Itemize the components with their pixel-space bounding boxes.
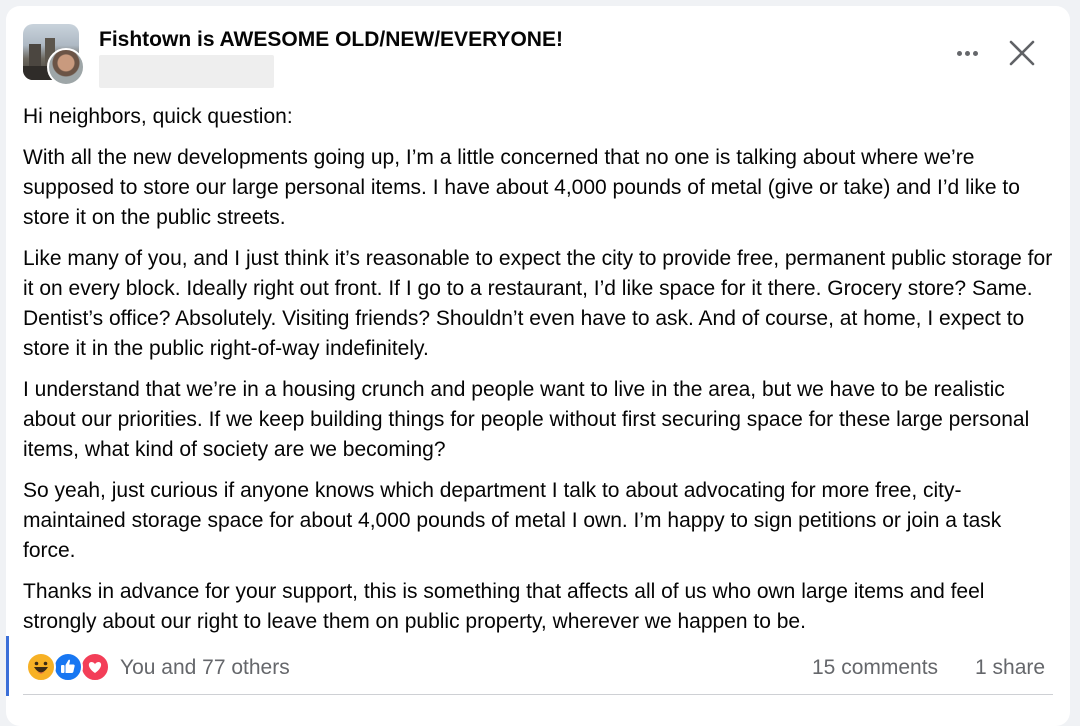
post-paragraph: With all the new developments going up, … bbox=[23, 146, 1020, 229]
close-button[interactable] bbox=[1005, 36, 1039, 70]
post-paragraph: I understand that we’re in a housing cru… bbox=[23, 378, 1030, 461]
close-icon bbox=[1009, 40, 1035, 66]
shares-count-link[interactable]: 1 share bbox=[975, 656, 1045, 680]
post-paragraph: Thanks in advance for your support, this… bbox=[23, 580, 985, 633]
engagement-bar: You and 77 others 15 comments 1 share bbox=[6, 646, 1070, 686]
post-paragraph: So yeah, just curious if anyone knows wh… bbox=[23, 479, 1002, 562]
love-reaction-icon bbox=[80, 652, 110, 682]
user-avatar[interactable] bbox=[47, 48, 85, 86]
post-body: Hi neighbors, quick question: With all t… bbox=[23, 102, 1057, 648]
reaction-icons[interactable] bbox=[26, 652, 114, 682]
avatar-group[interactable] bbox=[23, 24, 85, 86]
more-horizontal-icon bbox=[972, 50, 978, 56]
group-name-link[interactable]: Fishtown is AWESOME OLD/NEW/EVERYONE! bbox=[99, 28, 563, 52]
haha-reaction-icon bbox=[26, 652, 56, 682]
post-paragraph: Like many of you, and I just think it’s … bbox=[23, 247, 1053, 360]
comments-count-link[interactable]: 15 comments bbox=[812, 656, 938, 680]
group-avatar-building bbox=[29, 44, 41, 66]
more-options-button[interactable] bbox=[950, 38, 984, 68]
post-header: Fishtown is AWESOME OLD/NEW/EVERYONE! bbox=[6, 6, 1070, 98]
post-paragraph: Hi neighbors, quick question: bbox=[23, 105, 293, 128]
post-card: Fishtown is AWESOME OLD/NEW/EVERYONE! Hi… bbox=[6, 6, 1070, 726]
more-horizontal-icon bbox=[964, 50, 970, 56]
like-reaction-icon bbox=[53, 652, 83, 682]
redacted-author-block bbox=[99, 55, 274, 88]
footer-divider bbox=[23, 694, 1053, 695]
more-horizontal-icon bbox=[956, 50, 962, 56]
reactions-count-link[interactable]: You and 77 others bbox=[120, 656, 290, 680]
